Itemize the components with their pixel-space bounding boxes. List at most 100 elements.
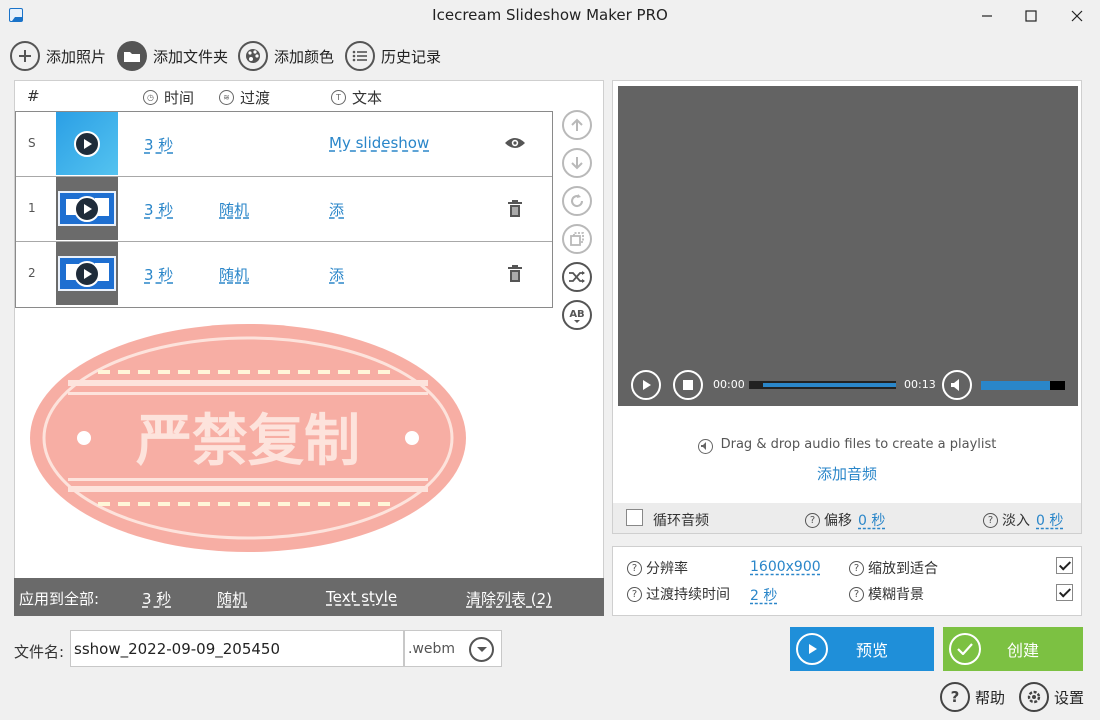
resolution-link[interactable]: 1600x900 xyxy=(750,559,821,575)
row-text-link[interactable]: My slideshow xyxy=(329,134,429,152)
maximize-button[interactable] xyxy=(1008,0,1054,32)
shuffle-icon xyxy=(569,271,585,283)
current-time: 00:00 xyxy=(713,378,745,391)
play-icon xyxy=(74,196,100,222)
slide-thumbnail[interactable] xyxy=(56,177,118,240)
row-num: 2 xyxy=(28,266,36,280)
audio-drop-zone[interactable]: Drag & drop audio files to create a play… xyxy=(613,411,1081,503)
output-settings-panel: ? 分辨率 1600x900 ? 过渡持续时间 2 秒 ? 缩放到适合 ? 模糊… xyxy=(612,546,1082,616)
move-up-button[interactable] xyxy=(562,110,592,140)
table-header: # ◷ 时间 ≋ 过渡 T 文本 xyxy=(15,81,603,111)
slide-thumbnail[interactable] xyxy=(56,242,118,305)
close-icon xyxy=(1071,10,1083,22)
question-icon: ? xyxy=(940,682,970,712)
clear-list-link[interactable]: 清除列表 (2) xyxy=(466,588,552,609)
help-icon[interactable]: ? xyxy=(849,560,864,576)
eye-icon[interactable] xyxy=(504,132,526,154)
seek-bar[interactable] xyxy=(749,381,896,389)
offset-value-link[interactable]: 0 秒 xyxy=(858,510,885,530)
transition-duration-link[interactable]: 2 秒 xyxy=(750,585,777,605)
clock-icon: ◷ xyxy=(143,90,158,105)
minimize-button[interactable] xyxy=(964,0,1010,32)
blur-background-option: ? 模糊背景 xyxy=(849,584,924,604)
help-icon[interactable]: ? xyxy=(805,512,820,528)
title-bar: Icecream Slideshow Maker PRO xyxy=(0,0,1100,32)
help-icon[interactable]: ? xyxy=(627,560,642,576)
header-transition-label: 过渡 xyxy=(240,89,271,107)
row-text-link[interactable]: 添 xyxy=(329,264,344,285)
text-icon: T xyxy=(331,90,346,105)
volume-button[interactable] xyxy=(942,370,972,400)
text-style-link[interactable]: Text style xyxy=(326,588,397,606)
header-text-label: 文本 xyxy=(352,89,383,107)
copy-icon xyxy=(570,232,584,246)
header-text: T 文本 xyxy=(331,87,382,108)
volume-slider[interactable] xyxy=(981,381,1065,390)
preview-panel: 00:00 00:13 Drag & drop audio files to c… xyxy=(612,80,1082,534)
volume-level xyxy=(981,381,1050,390)
preview-button[interactable]: 预览 xyxy=(790,627,934,671)
apply-all-time-link[interactable]: 3 秒 xyxy=(142,588,171,609)
create-button[interactable]: 创建 xyxy=(943,627,1083,671)
blur-background-checkbox[interactable] xyxy=(1056,584,1073,601)
table-row[interactable]: 2 3 秒 随机 添 xyxy=(16,242,552,307)
header-time-label: 时间 xyxy=(164,89,195,107)
apply-all-label: 应用到全部: xyxy=(19,590,100,608)
add-folder-button[interactable]: 添加文件夹 xyxy=(117,40,228,72)
loop-audio-label: 循环音频 xyxy=(653,513,709,529)
trash-icon[interactable] xyxy=(504,262,526,284)
table-row[interactable]: S 3 秒 My slideshow xyxy=(16,112,552,177)
row-text-link[interactable]: 添 xyxy=(329,199,344,220)
zoom-fit-option: ? 缩放到适合 xyxy=(849,558,938,578)
row-transition-link[interactable]: 随机 xyxy=(219,264,249,285)
slide-thumbnail[interactable] xyxy=(56,112,118,175)
total-time: 00:13 xyxy=(904,378,936,391)
format-select[interactable]: .webm xyxy=(404,630,502,667)
play-button[interactable] xyxy=(631,370,661,400)
chevron-down-icon[interactable] xyxy=(469,637,494,662)
help-icon[interactable]: ? xyxy=(627,586,642,602)
row-time-link[interactable]: 3 秒 xyxy=(144,264,173,285)
video-preview[interactable]: 00:00 00:13 xyxy=(618,86,1078,406)
history-button[interactable]: 历史记录 xyxy=(345,40,441,72)
add-color-button[interactable]: 添加颜色 xyxy=(238,40,334,72)
stop-icon xyxy=(683,380,693,390)
help-icon[interactable]: ? xyxy=(983,512,998,528)
shuffle-button[interactable] xyxy=(562,262,592,292)
speaker-icon xyxy=(951,379,959,391)
row-num: 1 xyxy=(28,201,36,215)
add-photos-button[interactable]: 添加照片 xyxy=(10,40,106,72)
duplicate-button[interactable] xyxy=(562,224,592,254)
row-time-link[interactable]: 3 秒 xyxy=(144,134,173,155)
loop-audio-checkbox[interactable] xyxy=(626,509,643,526)
format-value: .webm xyxy=(408,641,456,657)
svg-text:AB: AB xyxy=(569,309,584,320)
row-transition-link[interactable]: 随机 xyxy=(219,199,249,220)
minimize-icon xyxy=(982,15,992,17)
apply-all-transition-link[interactable]: 随机 xyxy=(217,588,247,609)
text-style-button[interactable]: AB xyxy=(562,300,592,330)
move-down-button[interactable] xyxy=(562,148,592,178)
add-color-label: 添加颜色 xyxy=(274,47,335,66)
speaker-icon xyxy=(697,438,713,454)
checkmark-icon xyxy=(949,633,981,665)
trash-icon[interactable] xyxy=(504,197,526,219)
add-audio-link[interactable]: 添加音频 xyxy=(613,463,1081,484)
audio-drop-hint-text: Drag & drop audio files to create a play… xyxy=(720,437,997,452)
table-row[interactable]: 1 3 秒 随机 添 xyxy=(16,177,552,242)
fadein-value-link[interactable]: 0 秒 xyxy=(1036,510,1063,530)
maximize-icon xyxy=(1025,10,1037,22)
zoom-fit-checkbox[interactable] xyxy=(1056,557,1073,574)
create-label: 创建 xyxy=(1006,641,1039,660)
play-icon xyxy=(74,261,100,287)
rotate-button[interactable] xyxy=(562,186,592,216)
help-button[interactable]: ? 帮助 xyxy=(940,682,1005,712)
stop-button[interactable] xyxy=(673,370,703,400)
settings-button[interactable]: 设置 xyxy=(1019,682,1084,712)
help-icon[interactable]: ? xyxy=(849,586,864,602)
filename-input[interactable] xyxy=(70,630,404,667)
row-time-link[interactable]: 3 秒 xyxy=(144,199,173,220)
transition-duration-label: 过渡持续时间 xyxy=(646,587,730,603)
close-button[interactable] xyxy=(1054,0,1100,32)
blur-background-label: 模糊背景 xyxy=(868,587,924,603)
